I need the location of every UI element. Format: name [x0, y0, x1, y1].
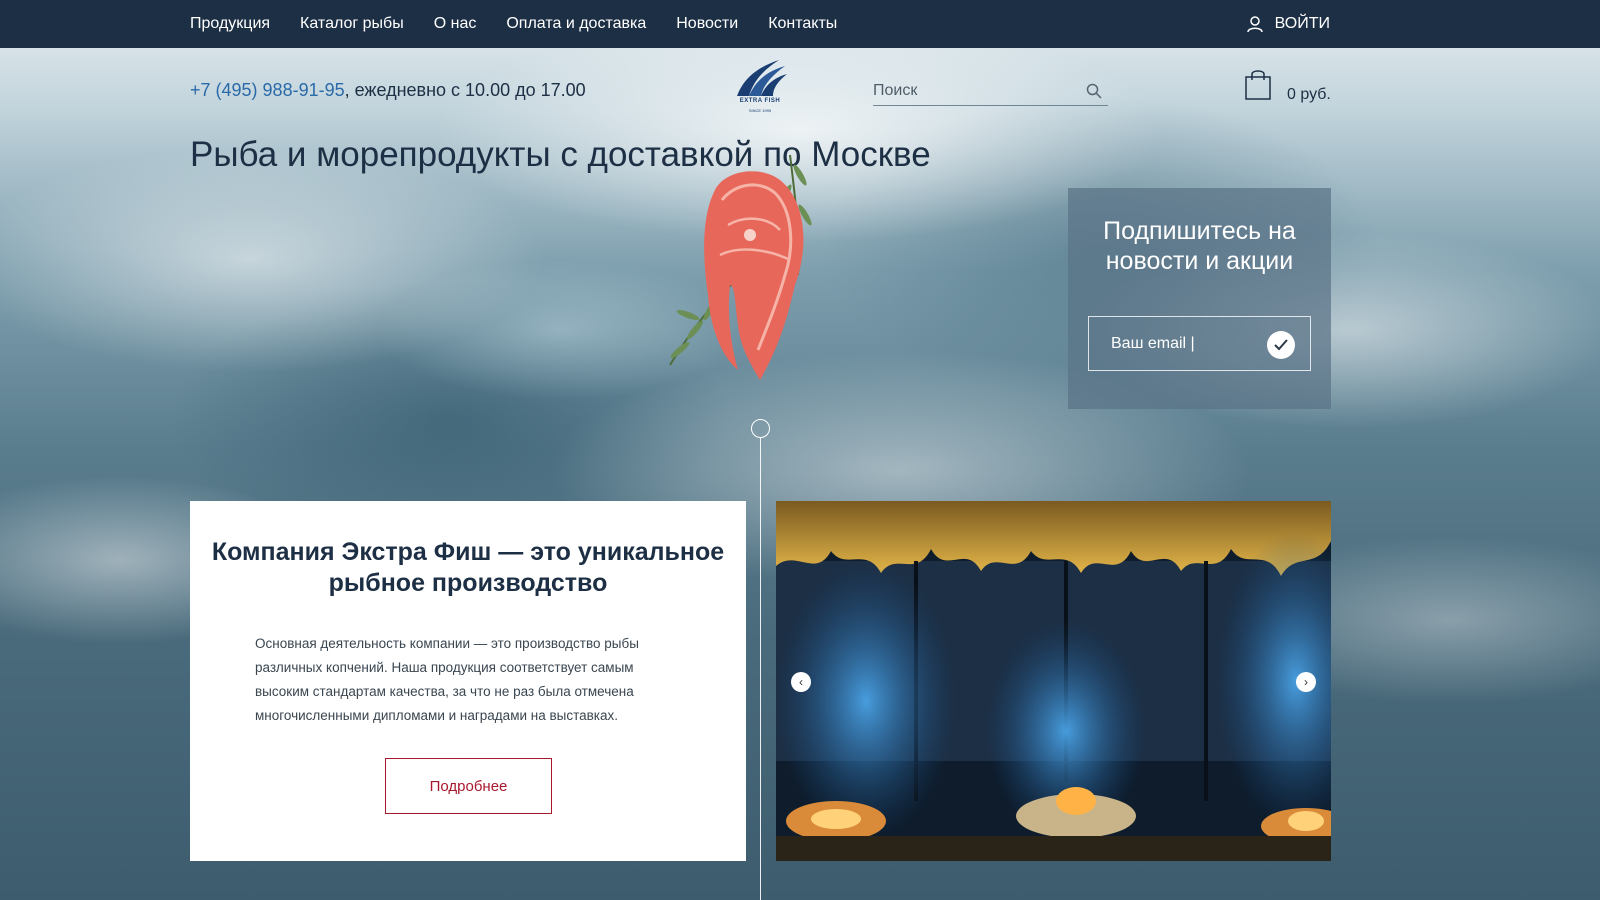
slider-prev-button[interactable]: ‹ [791, 672, 811, 692]
timeline-line [760, 438, 761, 900]
search-input[interactable] [873, 78, 1073, 104]
subscribe-title: Подпишитесь на новости и акции [1103, 217, 1296, 275]
slider-next-button[interactable]: › [1296, 672, 1316, 692]
cart-total: 0 руб. [1287, 86, 1331, 103]
about-title: Компания Экстра Фиш — это уникальное рыб… [211, 538, 725, 597]
check-icon [1274, 339, 1288, 351]
logo-since: SINCE 1995 [748, 108, 772, 113]
subscribe-box: Подпишитесь на новости и акции [1068, 188, 1331, 409]
login-link[interactable]: ВОЙТИ [1246, 0, 1330, 48]
contact-phone: +7 (495) 988-91-95, ежедневно с 10.00 до… [190, 80, 586, 101]
top-nav: Продукция Каталог рыбы О нас Оплата и до… [0, 0, 1600, 48]
logo[interactable]: EXTRA FISH SINCE 1995 [733, 58, 787, 120]
nav-item-payment-delivery[interactable]: Оплата и доставка [506, 15, 646, 33]
photo-slider: ‹ › [776, 501, 1331, 861]
user-icon [1246, 15, 1263, 32]
nav-item-news[interactable]: Новости [676, 15, 738, 33]
logo-waves-icon [737, 60, 787, 96]
email-field[interactable] [1111, 331, 1261, 357]
search-box [873, 78, 1108, 106]
nav-item-products[interactable]: Продукция [190, 15, 270, 33]
smokehouse-photo [776, 501, 1331, 861]
subscribe-submit-button[interactable] [1267, 331, 1295, 359]
nav-item-contacts[interactable]: Контакты [768, 15, 837, 33]
chevron-right-icon: › [1304, 675, 1308, 689]
nav-item-fish-catalog[interactable]: Каталог рыбы [300, 15, 404, 33]
cart[interactable]: 0 руб. [1245, 68, 1335, 108]
login-label: ВОЙТИ [1274, 15, 1330, 32]
search-icon[interactable] [1086, 83, 1102, 99]
about-text: Основная деятельность компании — это про… [255, 636, 639, 723]
shopping-bag-icon [1245, 70, 1271, 100]
chevron-left-icon: ‹ [799, 675, 803, 689]
about-card: Компания Экстра Фиш — это уникальное рыб… [190, 501, 746, 861]
main-menu: Продукция Каталог рыбы О нас Оплата и до… [190, 0, 867, 48]
more-button[interactable]: Подробнее [385, 758, 552, 814]
timeline-dot [751, 419, 770, 438]
phone-number-link[interactable]: +7 (495) 988-91-95 [190, 80, 345, 100]
salmon-steak-image [669, 154, 812, 380]
nav-item-about[interactable]: О нас [434, 15, 477, 33]
email-field-wrapper [1088, 316, 1311, 371]
working-hours: , ежедневно с 10.00 до 17.00 [344, 80, 586, 100]
logo-text: EXTRA FISH [739, 98, 781, 104]
